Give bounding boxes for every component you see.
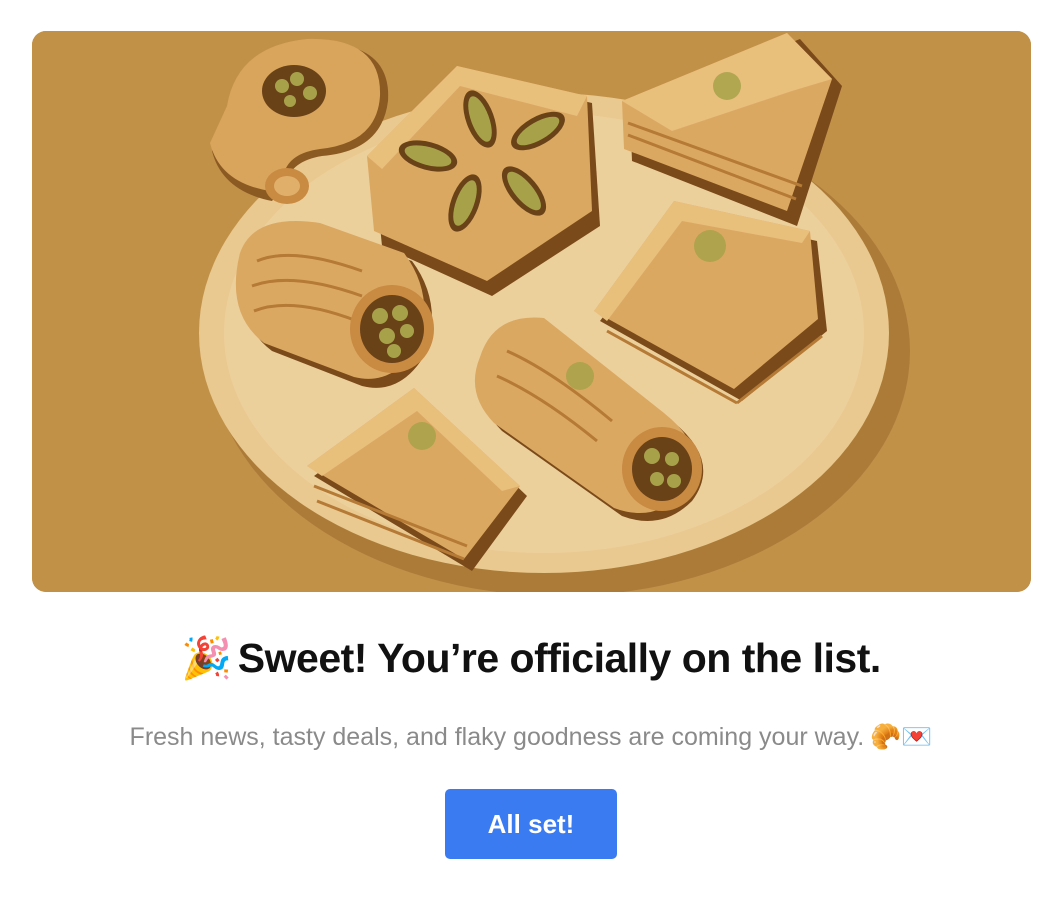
confirmation-title: 🎉 Sweet! You’re officially on the list.: [0, 628, 1062, 688]
croissant-love-letter-icon: 🥐💌: [870, 722, 933, 751]
confirmation-subtitle-text: Fresh news, tasty deals, and flaky goodn…: [129, 723, 865, 751]
confirmation-dialog: 🎉 Sweet! You’re officially on the list. F…: [0, 0, 1062, 901]
all-set-button[interactable]: All set!: [445, 789, 617, 859]
confirmation-subtitle: Fresh news, tasty deals, and flaky goodn…: [0, 720, 1062, 754]
confirmation-title-text: Sweet! You’re officially on the list.: [237, 635, 881, 681]
hero-image: [32, 31, 1031, 592]
baklava-illustration: [32, 31, 1031, 592]
party-popper-icon: 🎉: [181, 634, 232, 682]
